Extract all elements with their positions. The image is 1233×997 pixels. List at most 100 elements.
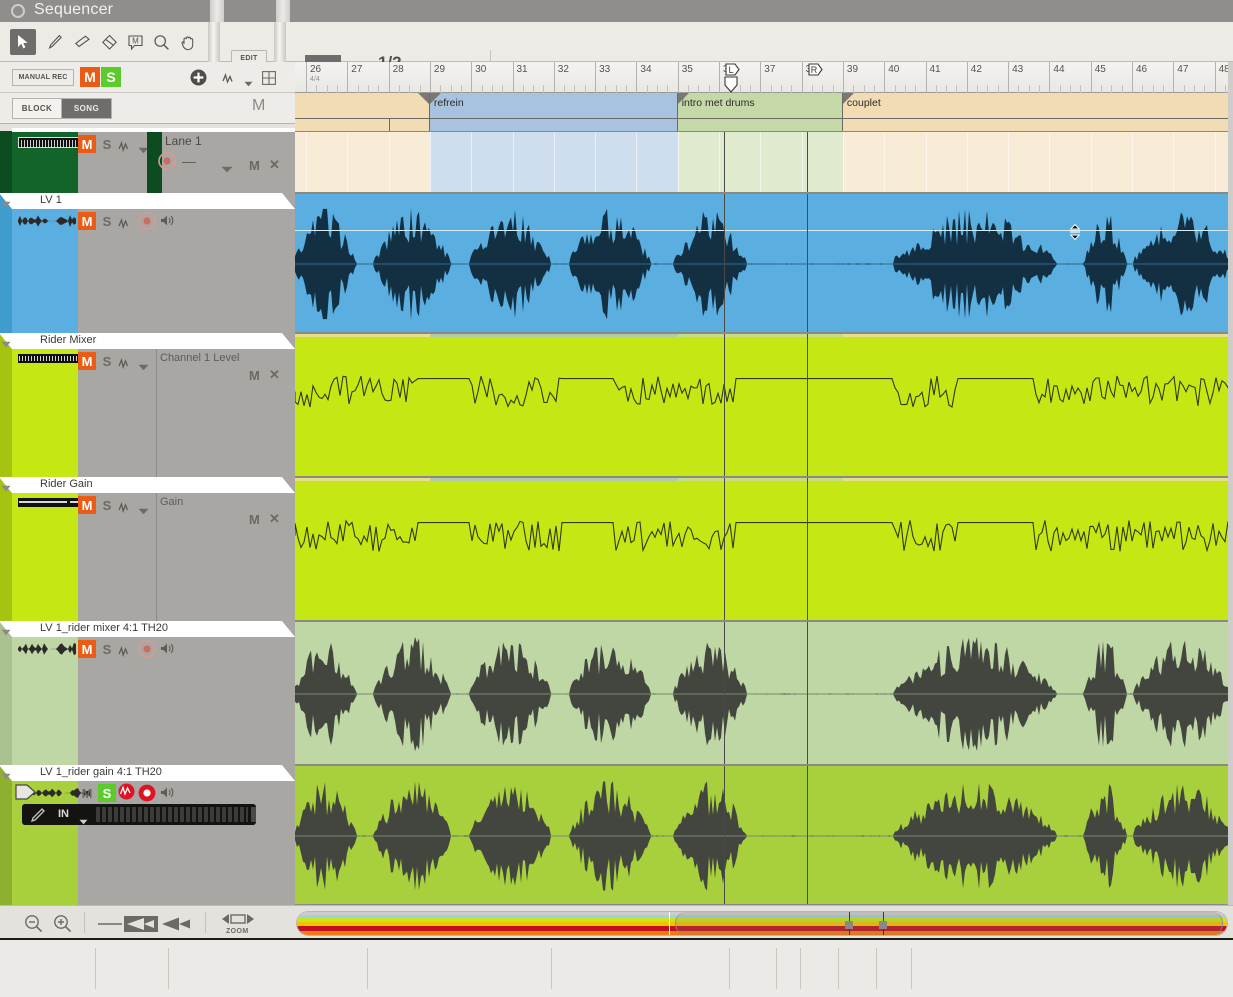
track-automation-icon[interactable] bbox=[118, 783, 135, 805]
add-track-button[interactable] bbox=[190, 69, 207, 91]
track-record-arm-button[interactable] bbox=[138, 212, 156, 235]
arrangement-overview-scrollbar[interactable] bbox=[296, 911, 1228, 936]
track-name-tab[interactable]: LV 1_rider gain 4:1 TH20 bbox=[0, 765, 295, 781]
track-solo-button[interactable]: S bbox=[98, 212, 116, 230]
track-solo-button[interactable]: S bbox=[98, 135, 116, 153]
arranger-marker-track[interactable]: refrein intro met drums couplet bbox=[295, 93, 1233, 119]
track-parameter-dropdown-caret[interactable] bbox=[138, 358, 149, 376]
overview-locator-handle[interactable] bbox=[845, 921, 853, 929]
zoom-out-icon[interactable] bbox=[24, 914, 43, 933]
track-automation-icon[interactable] bbox=[118, 139, 134, 157]
lane-dropdown-caret[interactable] bbox=[221, 160, 233, 178]
track-collapse-caret[interactable] bbox=[1, 623, 11, 641]
track-input-strip[interactable]: IN bbox=[22, 804, 256, 825]
automation-curve[interactable] bbox=[295, 478, 1233, 621]
automation-parameter-label[interactable]: Channel 1 Level bbox=[160, 352, 240, 364]
track-name-tab[interactable]: Rider Mixer bbox=[0, 333, 295, 349]
global-solo-button[interactable]: S bbox=[101, 67, 121, 87]
pencil-tool[interactable] bbox=[42, 29, 68, 55]
input-dropdown-caret[interactable] bbox=[79, 812, 88, 830]
mute-tool[interactable]: M bbox=[122, 29, 148, 55]
clipped-track-name-tab[interactable] bbox=[12, 128, 295, 132]
track-collapse-caret[interactable] bbox=[1, 767, 11, 785]
automation-remove-button[interactable]: ✕ bbox=[269, 367, 280, 383]
track-solo-button[interactable]: S bbox=[98, 640, 116, 658]
track-header[interactable]: LV 1_rider gain 4:1 TH20 M S bbox=[0, 765, 295, 905]
track-color-strip[interactable] bbox=[0, 193, 12, 333]
track-name-tab[interactable]: LV 1_rider mixer 4:1 TH20 bbox=[0, 621, 295, 637]
zoom-horizontal-control[interactable] bbox=[96, 914, 196, 934]
track-lane[interactable] bbox=[295, 131, 1233, 193]
clip-gain-line[interactable] bbox=[295, 230, 1233, 231]
track-mute-button[interactable]: M bbox=[78, 784, 96, 802]
automation-mute-button[interactable]: M bbox=[249, 368, 260, 383]
loop-right-locator-flag[interactable]: R bbox=[806, 63, 824, 82]
track-name-tab[interactable]: LV 1 bbox=[0, 193, 295, 209]
window-menu-icon[interactable] bbox=[11, 4, 25, 18]
track-lane[interactable] bbox=[295, 765, 1233, 905]
lane-value-label[interactable]: — bbox=[182, 153, 196, 169]
track-parameter-dropdown-caret[interactable] bbox=[138, 502, 149, 520]
track-collapse-caret[interactable] bbox=[1, 195, 11, 213]
automation-mute-button[interactable]: M bbox=[249, 512, 260, 527]
track-color-strip[interactable] bbox=[0, 477, 12, 621]
block-mode-button[interactable]: BLOCK bbox=[12, 98, 62, 119]
automation-dropdown-caret[interactable] bbox=[244, 74, 253, 92]
track-mute-button[interactable]: M bbox=[78, 496, 96, 514]
track-lane[interactable] bbox=[295, 333, 1233, 477]
track-lane[interactable] bbox=[295, 477, 1233, 621]
zoom-in-icon[interactable] bbox=[53, 914, 72, 933]
arranger-marker[interactable]: refrein bbox=[429, 93, 678, 119]
split-tool[interactable] bbox=[96, 29, 122, 55]
track-header[interactable]: Rider Gain M S Gain M ✕ bbox=[0, 477, 295, 621]
automation-remove-button[interactable]: ✕ bbox=[269, 511, 280, 527]
track-solo-button[interactable]: S bbox=[98, 352, 116, 370]
overview-locator-handle[interactable] bbox=[879, 921, 887, 929]
track-color-strip[interactable] bbox=[0, 765, 12, 905]
eraser-tool[interactable] bbox=[70, 29, 96, 55]
track-mute-button[interactable]: M bbox=[78, 640, 96, 658]
hand-tool[interactable] bbox=[175, 29, 201, 55]
track-header[interactable]: LV 1 MS bbox=[0, 193, 295, 333]
track-monitor-speaker-icon[interactable] bbox=[160, 642, 175, 660]
track-color-strip[interactable] bbox=[0, 131, 12, 193]
track-automation-icon[interactable] bbox=[118, 644, 134, 662]
arranger-marker[interactable]: intro met drums bbox=[677, 93, 843, 119]
track-header[interactable]: LV 1_rider mixer 4:1 TH20 M S bbox=[0, 621, 295, 765]
grid-view-icon[interactable] bbox=[262, 71, 276, 90]
zoom-fit-icon[interactable] bbox=[214, 912, 262, 926]
global-mute-button[interactable]: M bbox=[80, 67, 100, 87]
timeline-ruler[interactable]: 264/427282930313233343536373839404142434… bbox=[295, 62, 1233, 93]
manual-rec-button[interactable]: MANUAL REC bbox=[12, 69, 74, 86]
arranger-marker[interactable] bbox=[295, 93, 430, 119]
vertical-scrollbar[interactable] bbox=[1228, 62, 1233, 905]
track-solo-button[interactable]: S bbox=[98, 784, 116, 802]
track-lane[interactable] bbox=[295, 193, 1233, 333]
track-header[interactable]: M S Lane 1— M ✕ bbox=[0, 131, 295, 193]
track-automation-icon[interactable] bbox=[118, 356, 134, 374]
track-lane[interactable] bbox=[295, 621, 1233, 765]
track-name-tab[interactable]: Rider Gain bbox=[0, 477, 295, 493]
arrow-tool[interactable] bbox=[10, 29, 36, 55]
automation-icon[interactable] bbox=[222, 72, 240, 90]
lane-mute-button[interactable]: M bbox=[249, 158, 260, 173]
input-pencil-icon[interactable] bbox=[30, 807, 46, 827]
automation-curve[interactable] bbox=[295, 334, 1233, 477]
track-mute-button[interactable]: M bbox=[78, 212, 96, 230]
track-solo-button[interactable]: S bbox=[98, 496, 116, 514]
zoom-tool[interactable] bbox=[148, 29, 174, 55]
lane-remove-button[interactable]: ✕ bbox=[269, 157, 280, 173]
lane-record-arm-button[interactable] bbox=[158, 152, 176, 175]
track-collapse-caret[interactable] bbox=[1, 479, 11, 497]
track-record-arm-button[interactable] bbox=[138, 640, 156, 663]
overview-viewport-handle[interactable] bbox=[675, 912, 1223, 935]
track-mute-button[interactable]: M bbox=[78, 135, 96, 153]
track-color-strip[interactable] bbox=[0, 333, 12, 477]
track-monitor-speaker-icon[interactable] bbox=[160, 214, 175, 232]
song-mode-button[interactable]: SONG bbox=[62, 98, 112, 119]
track-color-strip[interactable] bbox=[0, 621, 12, 765]
track-mute-button[interactable]: M bbox=[78, 352, 96, 370]
track-input-arrow-icon[interactable] bbox=[15, 783, 37, 806]
arranger-marker[interactable]: couplet bbox=[842, 93, 1233, 119]
track-automation-icon[interactable] bbox=[118, 216, 134, 234]
